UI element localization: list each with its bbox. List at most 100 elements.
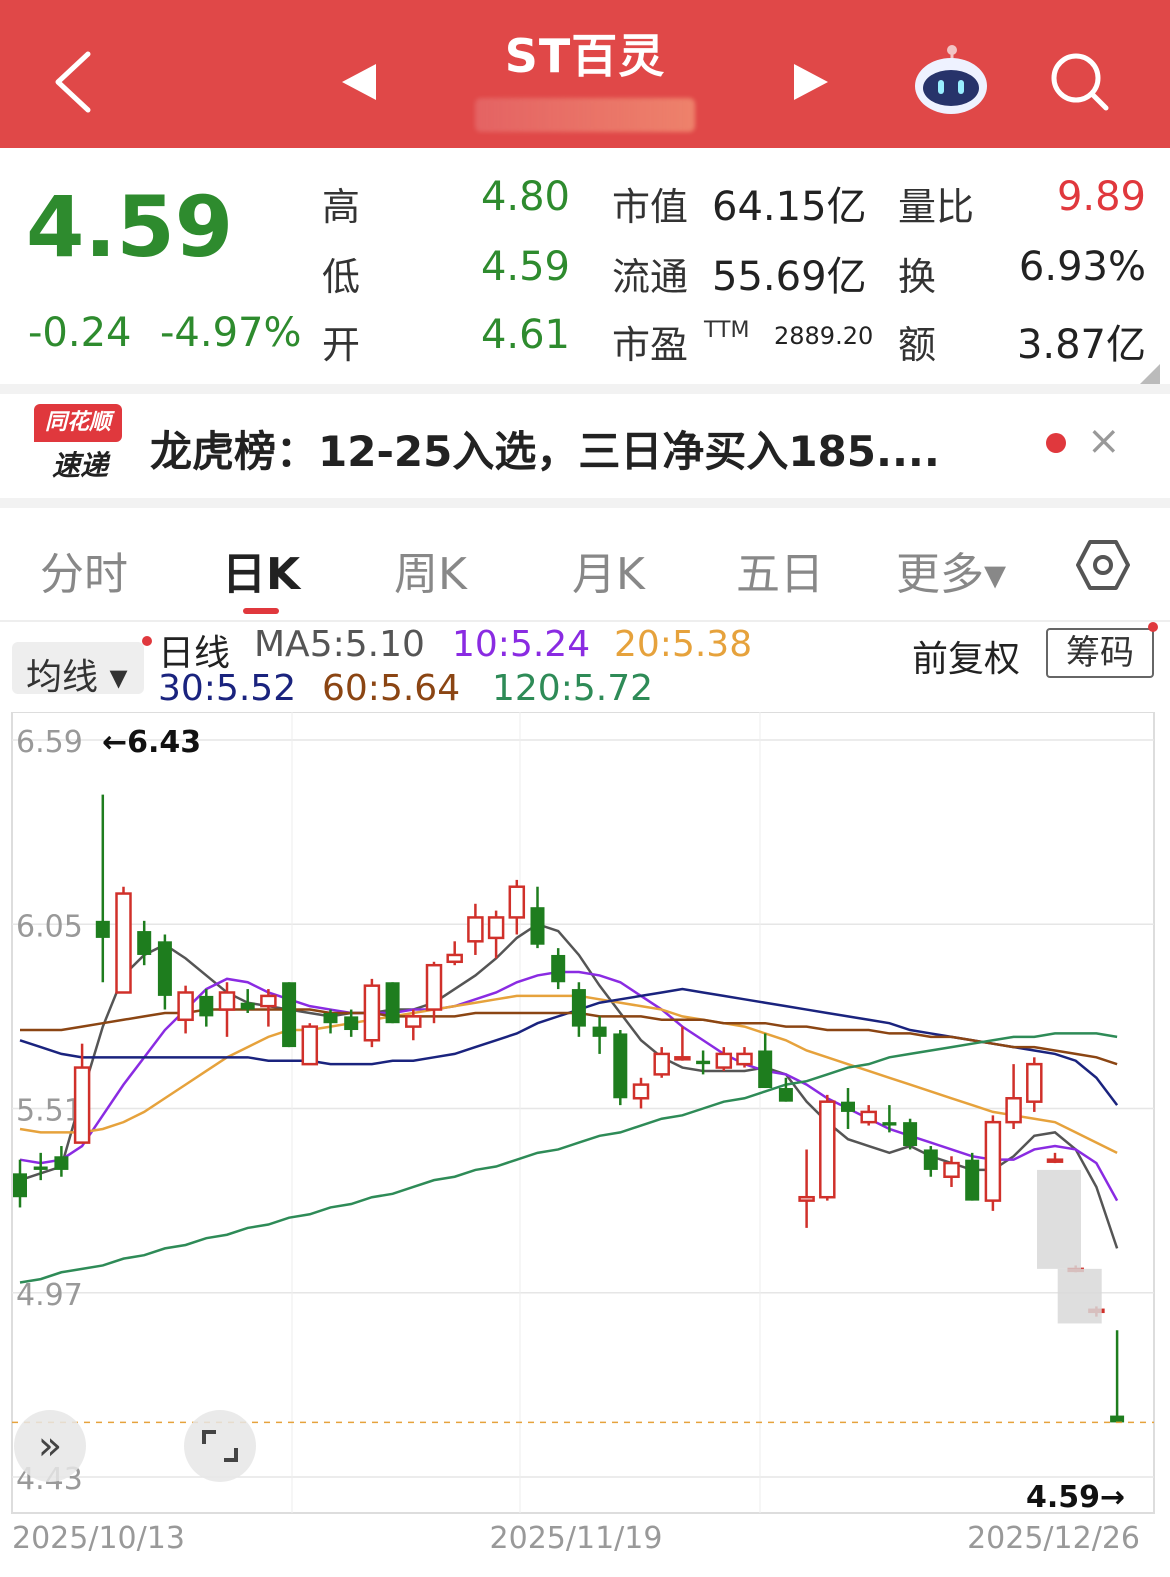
blurred-subtitle <box>475 98 695 132</box>
tab-daily-k[interactable]: 日K <box>222 538 300 602</box>
kline-chart[interactable]: 6.596.055.514.974.43←6.434.59→2025/10/13… <box>0 712 1170 1577</box>
candle-body-up <box>798 1195 815 1202</box>
ma5-value: MA5:5.10 <box>254 624 425 665</box>
candle-body-up <box>674 1056 691 1061</box>
candle-body-up <box>301 1025 319 1066</box>
candle-body-up <box>115 892 132 994</box>
unread-dot <box>1046 433 1066 453</box>
x-tick-label: 2025/12/26 <box>967 1521 1140 1556</box>
market-cap-label: 市值 <box>612 185 689 229</box>
candle-body-down <box>33 1166 48 1170</box>
candle-body-down <box>157 941 172 996</box>
corner-expand-icon[interactable] <box>1140 364 1160 384</box>
candle-body-up <box>260 994 277 1008</box>
ma20-value: 20:5.38 <box>614 624 753 665</box>
amount-label: 额 <box>898 323 937 367</box>
candle-body-down <box>613 1033 628 1099</box>
candle-body-up <box>446 953 463 964</box>
candle-body-down <box>240 1002 255 1010</box>
ma60-value: 60:5.64 <box>322 668 461 709</box>
tab-intraday[interactable]: 分时 <box>40 538 128 602</box>
fullscreen-icon[interactable] <box>184 1410 256 1482</box>
candle-body-up <box>405 1015 422 1028</box>
turnover-value: 6.93% <box>1018 244 1146 290</box>
open-value: 4.61 <box>480 312 570 358</box>
candle-body-down <box>530 907 545 945</box>
candle-body-down <box>282 982 297 1048</box>
high-value: 4.80 <box>480 174 570 220</box>
tab-five-day[interactable]: 五日 <box>736 538 824 602</box>
robot-assistant-icon[interactable] <box>912 42 990 116</box>
news-logo: 同花顺 速递 <box>34 404 122 486</box>
candle-body-down <box>95 920 110 938</box>
candle-body-up <box>487 916 505 940</box>
pe-ttm-sup: TTM <box>704 318 750 343</box>
y-tick-label: 6.59 <box>16 725 83 760</box>
tab-weekly-k[interactable]: 周K <box>394 538 467 602</box>
candle-body-down <box>13 1173 27 1198</box>
search-icon[interactable] <box>1048 50 1112 114</box>
news-logo-top: 同花顺 <box>34 404 122 442</box>
price-change-pct: -4.97% <box>160 310 302 356</box>
chips-dot <box>1148 622 1158 632</box>
chips-button[interactable]: 筹码 <box>1046 628 1154 678</box>
ma120-value: 120:5.72 <box>492 668 653 709</box>
ma30-value: 30:5.52 <box>158 668 297 709</box>
candle-body-up <box>1046 1158 1064 1163</box>
candle-body-up <box>1005 1097 1022 1124</box>
max-price-label: ←6.43 <box>102 725 201 760</box>
ma-selector-label: 均线 ▾ <box>26 657 128 698</box>
candle-body-up <box>736 1052 753 1066</box>
candle-body-down <box>758 1050 773 1089</box>
limit-band <box>1037 1169 1081 1269</box>
candle-body-up <box>218 991 236 1011</box>
hexagon-settings-icon[interactable] <box>1076 538 1130 592</box>
candle-body-down <box>199 995 214 1017</box>
candle-body-up <box>177 991 194 1022</box>
candle-body-down <box>903 1122 918 1147</box>
x-tick-label: 2025/11/19 <box>490 1521 663 1556</box>
ma-selector[interactable]: 均线 ▾ <box>12 642 144 698</box>
float-cap-value: 55.69亿 <box>712 254 867 300</box>
top-bar: ST百灵 <box>0 0 1170 148</box>
last-price-label: 4.59→ <box>1026 1480 1125 1515</box>
last-price: 4.59 <box>26 178 234 276</box>
candle-body-down <box>323 1012 338 1024</box>
candle-body-down <box>385 982 400 1024</box>
candle-body-up <box>715 1052 733 1069</box>
divider <box>0 620 1170 622</box>
turnover-label: 换 <box>898 255 937 299</box>
candle-body-down <box>965 1159 980 1201</box>
news-headline[interactable]: 龙虎榜：12-25入选，三日净买入185.... <box>150 418 940 479</box>
price-change: -0.24 <box>28 310 132 356</box>
candle-body-up <box>73 1066 91 1144</box>
candle-body-down <box>592 1026 607 1037</box>
triangle-right-icon[interactable] <box>792 62 830 102</box>
double-chevron-right-icon[interactable]: » <box>14 1410 86 1482</box>
candle-body-down <box>54 1156 69 1170</box>
candle-body-up <box>508 885 526 919</box>
tab-more[interactable]: 更多▾ <box>896 538 1006 602</box>
candle-body-up <box>1026 1062 1043 1103</box>
candle-body-up <box>425 963 443 1011</box>
candle-body-down <box>882 1122 897 1126</box>
limit-band <box>1057 1268 1102 1324</box>
adjust-mode[interactable]: 前复权 <box>912 630 1020 682</box>
candle-body-up <box>819 1100 836 1199</box>
active-tab-indicator <box>243 608 279 614</box>
low-label: 低 <box>322 255 361 299</box>
candle-body-down <box>137 931 152 955</box>
candle-body-down <box>344 1016 359 1031</box>
divider <box>0 498 1170 508</box>
tab-monthly-k[interactable]: 月K <box>572 538 645 602</box>
chart-frame <box>11 712 1155 1514</box>
low-value: 4.59 <box>480 244 570 290</box>
pe-label: 市盈 <box>612 323 689 367</box>
pe-value: 2889.20 <box>774 322 874 350</box>
candle-body-down <box>1110 1415 1125 1423</box>
x-tick-label: 2025/10/13 <box>12 1521 185 1556</box>
candle-body-up <box>984 1120 1002 1202</box>
close-icon[interactable]: × <box>1087 418 1121 464</box>
candle-body-up <box>632 1083 650 1100</box>
candle-body-down <box>778 1088 793 1102</box>
